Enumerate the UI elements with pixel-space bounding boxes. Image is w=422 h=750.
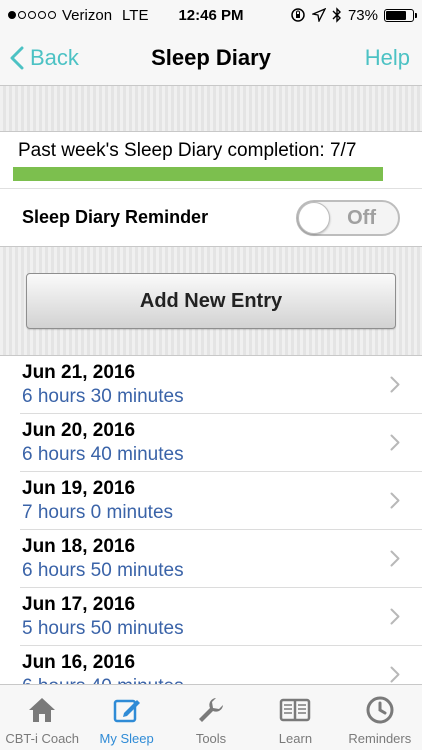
- reminder-label: Sleep Diary Reminder: [22, 207, 209, 227]
- toggle-knob: [298, 202, 330, 234]
- completion-progress-bar: [13, 167, 383, 181]
- entry-duration: 6 hours 50 minutes: [22, 560, 184, 581]
- edit-icon: [110, 693, 144, 727]
- back-button[interactable]: Back: [10, 45, 79, 71]
- clock-icon: [363, 693, 397, 727]
- battery-icon: [384, 8, 417, 22]
- tab-reminders[interactable]: Reminders: [338, 685, 422, 750]
- chevron-right-icon: [390, 376, 400, 393]
- book-icon: [278, 693, 312, 727]
- network-label: LTE: [122, 6, 149, 24]
- help-button[interactable]: Help: [365, 45, 410, 71]
- orientation-lock-icon: [291, 8, 305, 22]
- entry-duration: 6 hours 40 minutes: [22, 676, 184, 684]
- status-right: 73%: [290, 6, 417, 24]
- entry-duration: 6 hours 40 minutes: [22, 444, 184, 465]
- status-left: Verizon LTE: [8, 7, 290, 24]
- add-entry-section: Add New Entry: [0, 246, 422, 356]
- location-icon: [311, 8, 326, 22]
- entry-row[interactable]: Jun 16, 2016 6 hours 40 minutes: [20, 646, 422, 684]
- reminder-row: Sleep Diary Reminder Off: [0, 188, 422, 246]
- reminder-toggle[interactable]: Off: [296, 200, 400, 236]
- chevron-right-icon: [390, 550, 400, 567]
- entry-date: Jun 16, 2016: [22, 652, 136, 673]
- entry-row[interactable]: Jun 20, 2016 6 hours 40 minutes: [20, 414, 422, 472]
- tab-my-sleep[interactable]: My Sleep: [84, 685, 168, 750]
- entry-date: Jun 18, 2016: [22, 536, 136, 557]
- carrier-label: Verizon: [62, 6, 113, 24]
- entry-row[interactable]: Jun 19, 2016 7 hours 0 minutes: [20, 472, 422, 530]
- entry-date: Jun 19, 2016: [22, 478, 136, 499]
- completion-progress-fill: [13, 167, 383, 181]
- tab-bar: CBT-i Coach My Sleep Tools Learn Reminde…: [0, 684, 422, 750]
- completion-text: Past week's Sleep Diary completion: 7/7: [18, 140, 357, 161]
- tab-label: My Sleep: [99, 731, 154, 746]
- tab-label: Reminders: [348, 731, 412, 746]
- entry-date: Jun 20, 2016: [22, 420, 136, 441]
- chevron-left-icon: [10, 46, 24, 69]
- entry-row[interactable]: Jun 17, 2016 5 hours 50 minutes: [20, 588, 422, 646]
- chevron-right-icon: [390, 434, 400, 451]
- header-spacer: [0, 86, 422, 132]
- back-label: Back: [30, 44, 79, 70]
- nav-bar: Back Sleep Diary Help: [0, 30, 422, 86]
- tab-cbti-coach[interactable]: CBT-i Coach: [0, 685, 84, 750]
- entry-date: Jun 17, 2016: [22, 594, 136, 615]
- entry-date: Jun 21, 2016: [22, 362, 136, 383]
- tab-learn[interactable]: Learn: [253, 685, 337, 750]
- entry-duration: 5 hours 50 minutes: [22, 618, 184, 639]
- entry-row[interactable]: Jun 21, 2016 6 hours 30 minutes: [20, 356, 422, 414]
- add-new-entry-button[interactable]: Add New Entry: [26, 273, 396, 329]
- tab-label: Tools: [195, 731, 227, 746]
- bluetooth-icon: [332, 7, 341, 23]
- chevron-right-icon: [390, 666, 400, 683]
- toggle-state-label: Off: [347, 207, 376, 229]
- tab-label: Learn: [278, 731, 313, 746]
- entries-list: Jun 21, 2016 6 hours 30 minutes Jun 20, 20…: [0, 356, 422, 684]
- entry-row[interactable]: Jun 18, 2016 6 hours 50 minutes: [20, 530, 422, 588]
- completion-section: Past week's Sleep Diary completion: 7/7: [0, 132, 422, 188]
- chevron-right-icon: [390, 608, 400, 625]
- entry-duration: 7 hours 0 minutes: [22, 502, 174, 523]
- tab-label: CBT-i Coach: [5, 731, 80, 746]
- entry-duration: 6 hours 30 minutes: [22, 386, 184, 407]
- signal-strength-icon: [8, 11, 56, 19]
- battery-percent: 73%: [347, 6, 378, 24]
- status-bar: Verizon LTE 12:46 PM 73%: [0, 0, 422, 30]
- home-icon: [25, 693, 59, 727]
- wrench-icon: [194, 693, 228, 727]
- tab-tools[interactable]: Tools: [169, 685, 253, 750]
- chevron-right-icon: [390, 492, 400, 509]
